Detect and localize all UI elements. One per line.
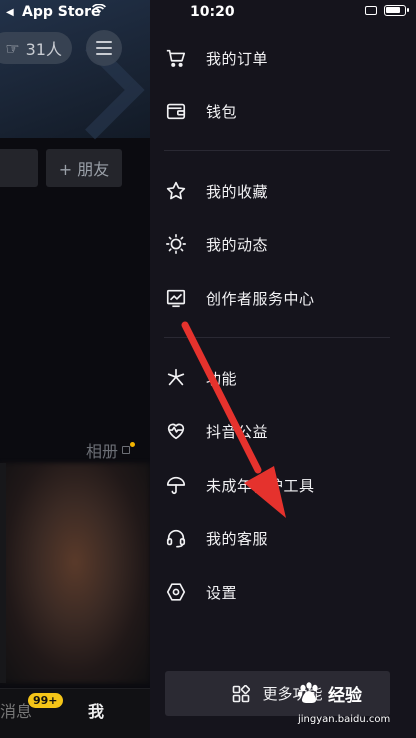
menu-item-wallet[interactable]: 钱包 — [164, 93, 404, 129]
headset-icon — [164, 526, 188, 550]
battery-icon — [384, 5, 409, 16]
blurred-thumbnail[interactable] — [0, 463, 150, 683]
wifi-icon — [92, 4, 106, 14]
menu-divider — [164, 337, 390, 338]
edit-profile-button[interactable]: 编 — [0, 149, 38, 187]
menu-item-label: 我的动态 — [206, 235, 269, 254]
umbrella-icon — [164, 473, 188, 497]
thumbnail-edge — [0, 463, 6, 683]
menu-item-label: 我的订单 — [206, 49, 269, 68]
menu-item-label: 我的客服 — [206, 529, 269, 548]
bottom-tab-bar: 消息 99+ 我 — [0, 688, 150, 738]
add-friend-button[interactable]: + 朋友 — [46, 149, 122, 187]
lock-icon — [122, 442, 135, 454]
background-profile-page: ☞ 31人 编 + 朋友 相册 消息 99+ 我 — [0, 0, 150, 738]
paw-logo-icon — [297, 682, 318, 703]
watermark-url: jingyan.baidu.com — [298, 714, 391, 725]
album-label[interactable]: 相册 — [86, 438, 135, 462]
likes-count: 31人 — [25, 40, 62, 59]
cart-icon — [164, 46, 188, 70]
back-to-app-icon[interactable]: ◀ — [6, 7, 14, 18]
messages-badge: 99+ — [28, 693, 63, 708]
status-bar: ◀ App Store 10:20 — [0, 0, 416, 24]
sun-icon — [164, 232, 188, 256]
heart-pulse-icon — [164, 419, 188, 443]
menu-item-label: 功能 — [206, 369, 238, 388]
chart-icon — [164, 286, 188, 310]
side-drawer-menu: 我的订单 钱包 我的收藏 我的动态 创作者服务中心 功能 抖音公益 未成年保护工… — [150, 0, 416, 738]
notification-dot — [130, 442, 135, 447]
hamburger-icon — [96, 41, 112, 43]
hamburger-menu-button[interactable] — [86, 30, 122, 66]
watermark-brand: 经验 — [328, 685, 362, 706]
menu-item-settings[interactable]: 设置 — [164, 574, 404, 610]
menu-item-label: 未成年保护工具 — [206, 476, 315, 495]
menu-item-features[interactable]: 功能 — [164, 360, 404, 396]
menu-item-minor-protection[interactable]: 未成年保护工具 — [164, 467, 404, 503]
menu-item-charity[interactable]: 抖音公益 — [164, 413, 404, 449]
tab-me[interactable]: 我 — [88, 698, 104, 722]
star-icon — [164, 179, 188, 203]
menu-item-activity[interactable]: 我的动态 — [164, 226, 404, 262]
menu-item-label: 创作者服务中心 — [206, 289, 315, 308]
menu-item-label: 我的收藏 — [206, 182, 269, 201]
hexagon-settings-icon — [164, 580, 188, 604]
back-to-app-store[interactable]: App Store — [22, 4, 101, 20]
likes-pill[interactable]: ☞ 31人 — [0, 32, 72, 64]
sparkle-icon — [164, 366, 188, 390]
menu-item-label: 抖音公益 — [206, 422, 269, 441]
baidu-jingyan-watermark: 经验 jingyan.baidu.com — [296, 680, 412, 732]
menu-item-label: 设置 — [206, 583, 238, 602]
clock-time: 10:20 — [190, 4, 235, 20]
menu-item-label: 钱包 — [206, 102, 238, 121]
menu-item-favorites[interactable]: 我的收藏 — [164, 173, 404, 209]
wallet-icon — [164, 99, 188, 123]
grid-icon — [233, 684, 251, 702]
menu-item-orders[interactable]: 我的订单 — [164, 40, 404, 76]
screen-mirror-icon — [365, 6, 377, 15]
thumb-icon: ☞ — [5, 38, 20, 58]
menu-item-creator-center[interactable]: 创作者服务中心 — [164, 280, 404, 316]
menu-divider — [164, 150, 390, 151]
menu-item-customer-service[interactable]: 我的客服 — [164, 520, 404, 556]
